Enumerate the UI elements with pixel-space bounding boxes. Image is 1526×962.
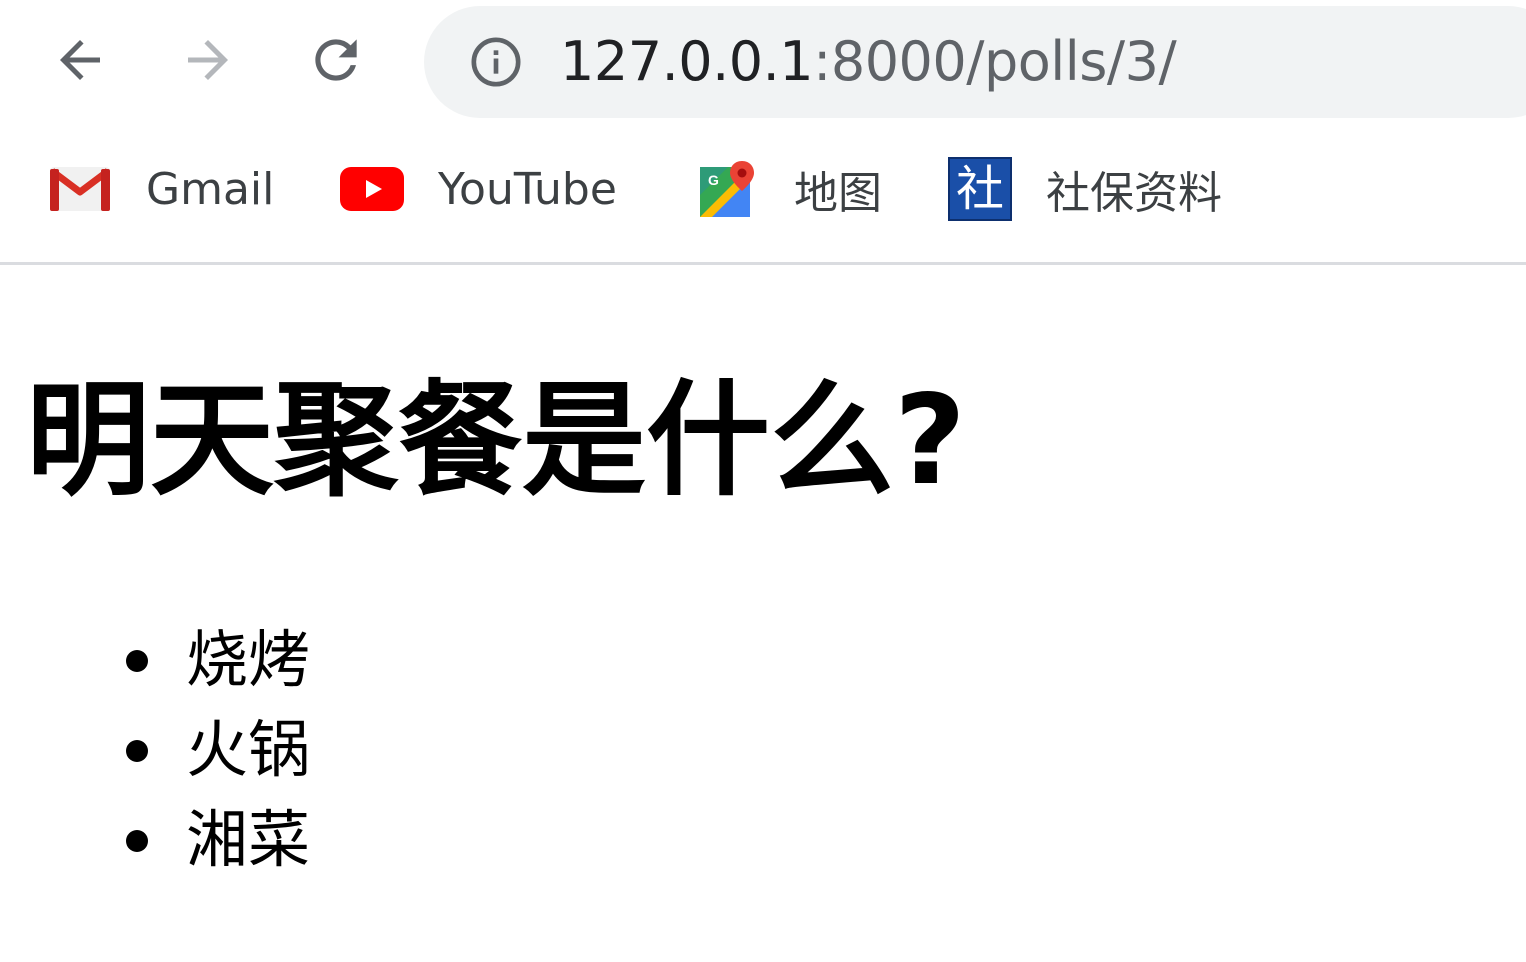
bookmarks-bar: Gmail YouTube G 地图 社 社保资料 (0, 124, 1526, 265)
she-icon-glyph: 社 (948, 157, 1012, 221)
address-bar[interactable]: 127.0.0.1:8000/polls/3/ (424, 6, 1526, 118)
gmail-icon (48, 157, 112, 221)
forward-arrow-icon (188, 40, 228, 80)
url-path: :8000/polls/3/ (813, 30, 1177, 93)
bookmark-label: 社保资料 (1046, 168, 1222, 219)
choice-item: 湘菜 (0, 795, 310, 885)
choice-label: 烧烤 (186, 623, 311, 696)
bullet-icon (126, 830, 148, 852)
page-content: 明天聚餐是什么? 烧烤 火锅 湘菜 (0, 265, 1526, 962)
reload-icon (315, 39, 357, 81)
reload-button[interactable] (304, 28, 368, 92)
svg-text:G: G (708, 172, 719, 188)
bookmark-gmail[interactable]: Gmail (48, 156, 274, 222)
bookmark-shebao[interactable]: 社 社保资料 (948, 156, 1222, 222)
choice-label: 湘菜 (186, 803, 311, 876)
back-arrow-icon (60, 40, 100, 80)
poll-question: 明天聚餐是什么? (26, 369, 966, 513)
bullet-icon (126, 650, 148, 672)
bookmark-label: 地图 (794, 168, 882, 219)
back-button[interactable] (48, 28, 112, 92)
bookmark-label: Gmail (146, 163, 275, 215)
bookmark-label: YouTube (438, 163, 617, 215)
url-host: 127.0.0.1 (560, 30, 814, 93)
bookmark-maps[interactable]: G 地图 (696, 156, 882, 222)
browser-toolbar: 127.0.0.1:8000/polls/3/ (0, 0, 1526, 124)
choice-item: 火锅 (0, 705, 310, 795)
url-text[interactable]: 127.0.0.1:8000/polls/3/ (560, 28, 1177, 96)
youtube-icon (340, 157, 404, 221)
browser-window: 127.0.0.1:8000/polls/3/ Gmail YouTube G … (0, 0, 1526, 962)
she-icon: 社 (948, 157, 1012, 221)
choice-label: 火锅 (186, 713, 311, 786)
bullet-icon (126, 740, 148, 762)
maps-icon: G (696, 157, 760, 221)
choice-list: 烧烤 火锅 湘菜 (0, 615, 310, 885)
bookmark-youtube[interactable]: YouTube (340, 156, 617, 222)
forward-button[interactable] (176, 28, 240, 92)
choice-item: 烧烤 (0, 615, 310, 705)
info-icon[interactable] (468, 34, 524, 90)
